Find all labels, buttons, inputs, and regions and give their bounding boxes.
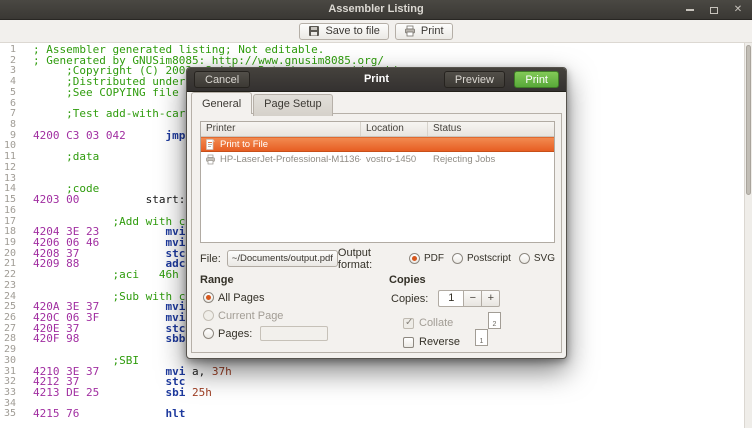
- checkbox-icon: [403, 318, 414, 329]
- vertical-scrollbar[interactable]: [744, 43, 752, 428]
- print-dialog: Cancel Print Preview Print Printer Locat…: [186, 67, 567, 359]
- format-svg-label: SVG: [534, 253, 555, 264]
- minimize-icon[interactable]: [685, 4, 695, 16]
- printer-device-icon: [205, 154, 216, 165]
- copies-value[interactable]: 1: [438, 290, 464, 307]
- general-tab-panel: Printer Location Status Print to File: [191, 113, 562, 353]
- output-file-button[interactable]: ~/Documents/output.pdf: [227, 250, 338, 267]
- print-dialog-header: Cancel Print Preview Print: [187, 68, 566, 92]
- print-to-file-icon: [205, 139, 216, 150]
- radio-dot-icon: [203, 310, 214, 321]
- range-copies-sections: Range All Pages Current Page: [200, 274, 555, 353]
- printer-name: Print to File: [220, 139, 268, 150]
- range-radio-current-page: Current Page: [203, 310, 283, 322]
- listing-line: 354215 76 hlt: [0, 409, 744, 420]
- current-page-label: Current Page: [218, 310, 283, 322]
- printer-list-header: Printer Location Status: [201, 122, 554, 137]
- radio-dot-icon: [409, 253, 420, 264]
- preview-page-2: 2: [488, 312, 501, 329]
- reverse-label: Reverse: [419, 336, 460, 348]
- column-header-location[interactable]: Location: [361, 122, 428, 136]
- app-window: Assembler Listing Save to file Print 1; …: [0, 0, 752, 428]
- range-radio-pages[interactable]: Pages:: [203, 328, 252, 340]
- save-to-file-button[interactable]: Save to file: [299, 23, 388, 40]
- window-titlebar: Assembler Listing: [0, 0, 752, 20]
- printer-icon: [404, 25, 416, 37]
- listing-line: 334213 DE 25 sbi 25h: [0, 388, 744, 399]
- printer-row-print-to-file[interactable]: Print to File: [201, 137, 554, 152]
- all-pages-label: All Pages: [218, 292, 264, 304]
- copies-title: Copies: [389, 274, 555, 286]
- print-button-label: Print: [421, 25, 444, 37]
- output-format-label: Output format:: [338, 247, 399, 271]
- format-radio-pdf[interactable]: PDF: [409, 253, 444, 264]
- preview-button[interactable]: Preview: [444, 71, 505, 88]
- window-controls: [685, 0, 743, 20]
- printer-location: vostro-1450: [361, 154, 428, 165]
- pages-input: [260, 326, 328, 341]
- radio-dot-icon: [452, 253, 463, 264]
- save-to-file-label: Save to file: [325, 25, 379, 37]
- dialog-tabs: General Page Setup: [191, 92, 334, 114]
- tab-page-setup[interactable]: Page Setup: [253, 94, 333, 116]
- copies-decrease-button[interactable]: −: [464, 290, 482, 307]
- printer-row-hp-laserjet[interactable]: HP-LaserJet-Professional-M1136-MFP vostr…: [201, 152, 554, 167]
- printer-list: Printer Location Status Print to File: [200, 121, 555, 243]
- copies-label: Copies:: [391, 293, 428, 305]
- toolbar: Save to file Print: [0, 20, 752, 43]
- print-dialog-body: Printer Location Status Print to File: [187, 92, 566, 358]
- output-format-group: Output format: PDF Postscript SVG: [338, 247, 555, 271]
- pages-label: Pages:: [218, 328, 252, 340]
- print-button[interactable]: Print: [395, 23, 453, 40]
- radio-dot-icon: [519, 253, 530, 264]
- preview-page-1: 1: [475, 329, 488, 346]
- range-title: Range: [200, 274, 389, 286]
- print-confirm-button[interactable]: Print: [514, 71, 559, 88]
- range-section: Range All Pages Current Page: [200, 274, 389, 353]
- scrollbar-thumb[interactable]: [746, 45, 751, 195]
- copies-section: Copies Copies: 1 − + Collate: [389, 274, 555, 353]
- tab-general[interactable]: General: [191, 92, 252, 114]
- checkbox-icon: [403, 337, 414, 348]
- collate-label: Collate: [419, 317, 453, 329]
- maximize-icon[interactable]: [709, 4, 719, 16]
- window-title: Assembler Listing: [0, 0, 752, 19]
- format-pdf-label: PDF: [424, 253, 444, 264]
- save-icon: [308, 25, 320, 37]
- collate-preview-icon: 2 1: [475, 312, 501, 346]
- radio-dot-icon: [203, 292, 214, 303]
- print-dialog-title: Print: [187, 68, 566, 91]
- file-label: File:: [200, 253, 221, 265]
- column-header-status[interactable]: Status: [428, 122, 554, 136]
- format-postscript-label: Postscript: [467, 253, 511, 264]
- copies-increase-button[interactable]: +: [482, 290, 500, 307]
- radio-dot-icon: [203, 328, 214, 339]
- format-radio-postscript[interactable]: Postscript: [452, 253, 511, 264]
- close-icon[interactable]: [733, 4, 743, 16]
- copies-spinner: 1 − +: [438, 290, 500, 307]
- format-radio-svg[interactable]: SVG: [519, 253, 555, 264]
- range-radio-all-pages[interactable]: All Pages: [203, 292, 264, 304]
- file-output-row: File: ~/Documents/output.pdf Output form…: [200, 249, 555, 268]
- printer-status: Rejecting Jobs: [428, 154, 554, 165]
- printer-name: HP-LaserJet-Professional-M1136-MFP: [220, 154, 361, 165]
- column-header-printer[interactable]: Printer: [201, 122, 361, 136]
